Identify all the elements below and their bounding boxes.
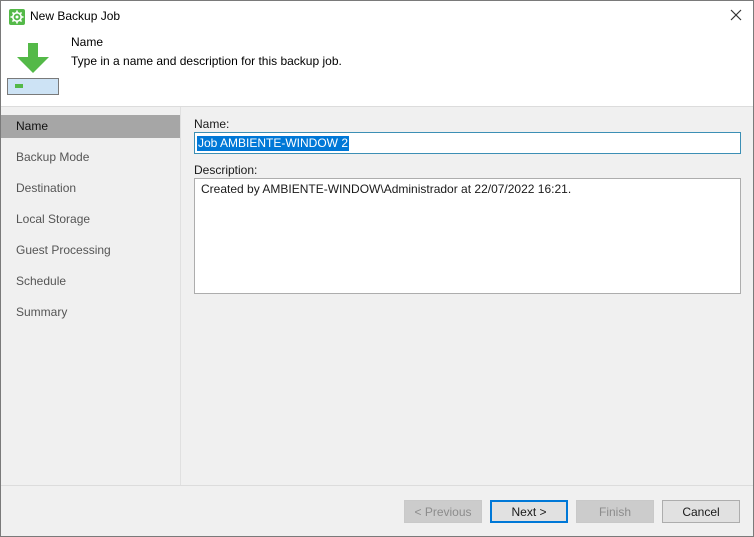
close-icon [730, 9, 742, 24]
name-label: Name: [194, 117, 230, 131]
next-button[interactable]: Next > [490, 500, 568, 523]
gear-icon [9, 9, 25, 25]
form-panel: Name: Job AMBIENTE-WINDOW 2 Description:… [182, 107, 753, 485]
sidebar-item-backup-mode[interactable]: Backup Mode [1, 146, 180, 169]
sidebar-item-summary[interactable]: Summary [1, 301, 180, 324]
close-button[interactable] [721, 1, 751, 31]
sidebar-item-local-storage[interactable]: Local Storage [1, 208, 180, 231]
finish-button[interactable]: Finish [576, 500, 654, 523]
wizard-header: Name Type in a name and description for … [1, 31, 753, 106]
step-title: Name [71, 35, 104, 49]
previous-button[interactable]: < Previous [404, 500, 482, 523]
window-title: New Backup Job [30, 9, 121, 23]
name-field-value: Job AMBIENTE-WINDOW 2 [197, 135, 350, 151]
sidebar-item-name[interactable]: Name [1, 115, 180, 138]
title-bar: New Backup Job [1, 1, 753, 31]
cancel-button[interactable]: Cancel [662, 500, 740, 523]
description-label: Description: [194, 163, 258, 177]
step-description: Type in a name and description for this … [71, 54, 342, 68]
sidebar-item-schedule[interactable]: Schedule [1, 270, 180, 293]
sidebar-item-destination[interactable]: Destination [1, 177, 180, 200]
wizard-steps-sidebar: Name Backup Mode Destination Local Stora… [1, 107, 181, 485]
download-arrow-icon [7, 39, 59, 95]
new-backup-job-window: New Backup Job Name Type in a name and d… [0, 0, 754, 537]
footer-divider [1, 485, 753, 486]
name-field[interactable]: Job AMBIENTE-WINDOW 2 [194, 132, 741, 154]
sidebar-item-guest-processing[interactable]: Guest Processing [1, 239, 180, 262]
description-field[interactable]: Created by AMBIENTE-WINDOW\Administrador… [194, 178, 741, 294]
